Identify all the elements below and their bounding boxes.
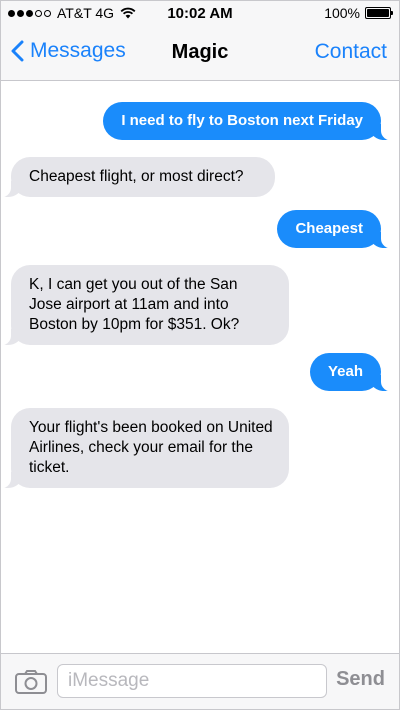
message-input[interactable]: [57, 664, 327, 698]
message-input-bar: Send: [1, 653, 399, 709]
outgoing-message[interactable]: I need to fly to Boston next Friday: [103, 102, 395, 141]
message-thread[interactable]: I need to fly to Boston next Friday Chea…: [1, 81, 399, 655]
outgoing-message[interactable]: Cheapest: [277, 210, 395, 249]
status-right: 100%: [324, 5, 393, 21]
incoming-message[interactable]: Your flight's been booked on United Airl…: [1, 408, 289, 489]
back-to-messages-button[interactable]: Messages: [11, 39, 126, 63]
incoming-message[interactable]: Cheapest flight, or most direct?: [1, 157, 275, 198]
battery-icon: [365, 7, 393, 19]
contact-button[interactable]: Contact: [315, 40, 387, 64]
camera-icon[interactable]: [15, 670, 47, 694]
back-button-label: Messages: [30, 39, 126, 62]
chevron-left-icon: [11, 40, 24, 62]
send-button[interactable]: Send: [336, 668, 385, 691]
navigation-bar: Messages Magic Contact: [1, 25, 399, 81]
battery-percent: 100%: [324, 5, 360, 21]
incoming-message[interactable]: K, I can get you out of the San Jose air…: [1, 265, 289, 346]
messages-screen: AT&T 4G 10:02 AM 100% Messages Magic Con…: [0, 0, 400, 710]
battery-fill: [367, 9, 389, 17]
status-bar: AT&T 4G 10:02 AM 100%: [1, 1, 399, 25]
outgoing-message[interactable]: Yeah: [309, 353, 396, 392]
